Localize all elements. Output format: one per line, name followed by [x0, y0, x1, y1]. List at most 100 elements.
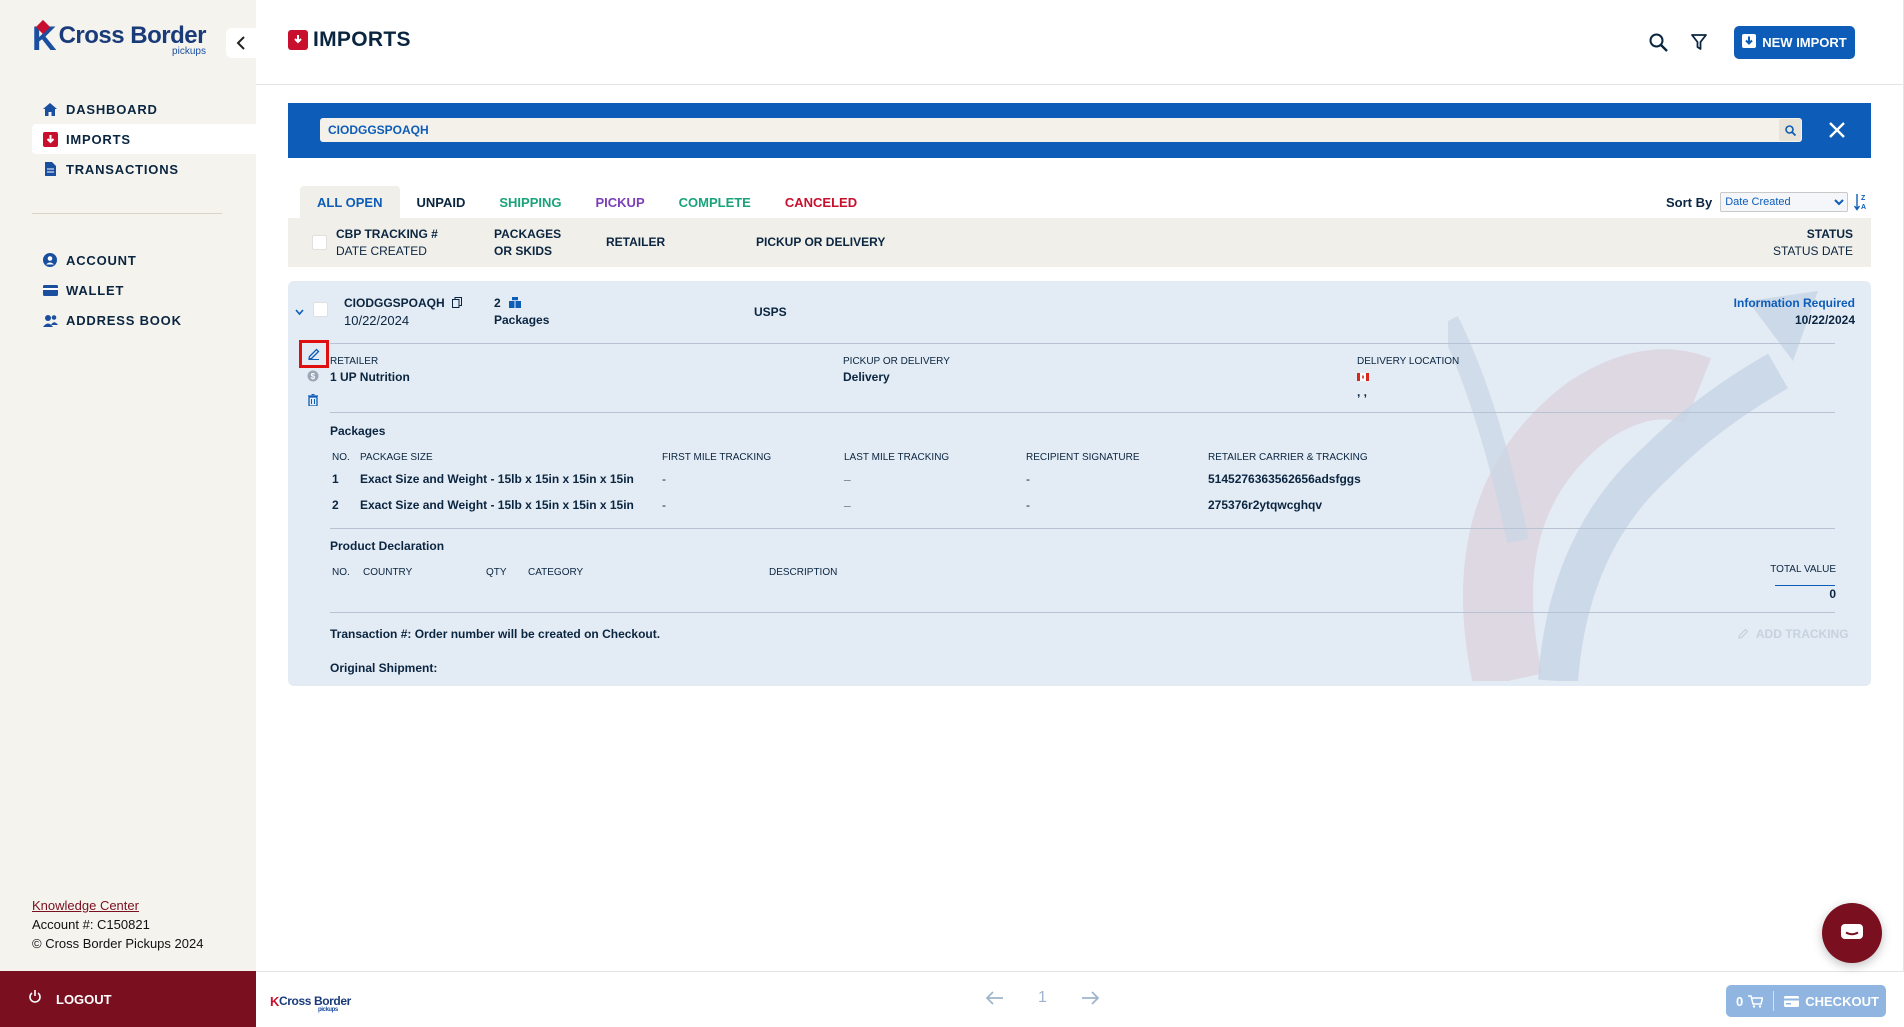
col-tracking-label: CBP TRACKING # [336, 227, 438, 241]
pkg-carrier-tracking[interactable]: 5145276363562656adsfggs [1208, 472, 1361, 486]
nav-item-imports[interactable]: IMPORTS [32, 124, 256, 154]
pkg-no: 1 [332, 472, 339, 486]
main-nav: DASHBOARD IMPORTS TRANSACTIONS [32, 94, 256, 184]
nav-divider [32, 213, 222, 214]
footer-brand-name: Cross Border [279, 994, 351, 1008]
top-header: IMPORTS NEW IMPORT [256, 0, 1904, 85]
col-skids-label: OR SKIDS [494, 244, 553, 258]
brand-sub: pickups [172, 46, 206, 57]
add-tracking-button[interactable]: ADD TRACKING [1738, 627, 1849, 641]
tab-shipping[interactable]: SHIPPING [482, 186, 578, 218]
tab-all-open[interactable]: ALL OPEN [300, 186, 400, 218]
import-record[interactable]: CIODGGSPOAQH 10/22/2024 2 Packages USPS … [288, 281, 1871, 686]
select-all-checkbox[interactable] [312, 235, 327, 250]
packages-title: Packages [330, 424, 386, 438]
location-value: , , [1357, 385, 1368, 399]
sort-select[interactable]: Date Created [1720, 192, 1849, 212]
col-status-date-label: STATUS DATE [1772, 244, 1853, 258]
pagination: 1 [986, 989, 1099, 1007]
row-checkbox[interactable] [313, 302, 328, 317]
nav-label: WALLET [66, 282, 125, 298]
logo-mark: K [32, 20, 57, 58]
pkg-signature: - [1026, 472, 1030, 486]
page-title-text: IMPORTS [313, 28, 411, 51]
pkg-signature: - [1026, 498, 1030, 512]
collapse-sidebar-button[interactable] [226, 28, 256, 58]
pkg-carrier-tracking[interactable]: 275376r2ytqwcghqv [1208, 498, 1322, 512]
col-retailer[interactable]: RETAILER [606, 234, 665, 251]
page-number: 1 [1038, 989, 1047, 1006]
tab-unpaid[interactable]: UNPAID [400, 186, 483, 218]
payment-icon[interactable]: $ [306, 369, 320, 383]
packages-icon [509, 297, 522, 308]
trash-icon[interactable] [306, 393, 320, 407]
status-badge: Information Required [1733, 296, 1855, 310]
arrow-right-icon[interactable] [1081, 991, 1099, 1005]
record-date: 10/22/2024 [344, 313, 410, 328]
cart-count: 0 [1736, 993, 1744, 1009]
brand-watermark [1448, 291, 1818, 681]
decl-col-total-value: TOTAL VALUE [1770, 564, 1836, 575]
sort-direction-icon[interactable]: ZA [1854, 193, 1870, 212]
nav-label: ADDRESS BOOK [66, 312, 182, 328]
svg-text:$: $ [311, 372, 316, 381]
search-submit-button[interactable] [1779, 119, 1801, 141]
pkg-col-carrier: RETAILER CARRIER & TRACKING [1208, 452, 1368, 463]
chevron-down-icon[interactable] [295, 309, 304, 316]
checkout-button[interactable]: 0 CHECKOUT [1726, 985, 1886, 1017]
col-status[interactable]: STATUS STATUS DATE [1773, 226, 1853, 260]
col-pickup[interactable]: PICKUP OR DELIVERY [756, 234, 885, 251]
search-input[interactable] [320, 123, 1779, 137]
nav-item-wallet[interactable]: WALLET [32, 275, 256, 305]
edit-button[interactable] [299, 340, 329, 368]
table-header: CBP TRACKING # DATE CREATED PACKAGES OR … [288, 218, 1871, 267]
chat-button[interactable] [1822, 903, 1882, 963]
sidebar-footer: Knowledge Center Account #: C150821 © Cr… [32, 896, 203, 953]
package-count: 2 [494, 296, 522, 310]
logo-mark: K [270, 994, 279, 1009]
brand-logo[interactable]: K Cross Border pickups [32, 20, 206, 58]
tab-complete[interactable]: COMPLETE [662, 186, 768, 218]
add-tracking-label: ADD TRACKING [1755, 627, 1849, 641]
package-count-value: 2 [494, 296, 501, 310]
total-underline [1775, 585, 1835, 586]
document-icon [42, 161, 58, 177]
nav-item-dashboard[interactable]: DASHBOARD [32, 94, 256, 124]
nav-item-address-book[interactable]: ADDRESS BOOK [32, 305, 256, 335]
nav-label: ACCOUNT [66, 252, 137, 268]
nav-item-transactions[interactable]: TRANSACTIONS [32, 154, 256, 184]
sort-control: Sort By Date Created ZA [1666, 192, 1870, 212]
col-tracking[interactable]: CBP TRACKING # DATE CREATED [336, 226, 438, 260]
search-icon[interactable] [1646, 30, 1670, 54]
record-carrier: USPS [754, 305, 787, 319]
close-search-button[interactable] [1824, 117, 1850, 143]
pkg-col-signature: RECIPIENT SIGNATURE [1026, 452, 1140, 463]
retailer-label: RETAILER [330, 356, 379, 367]
knowledge-center-link[interactable]: Knowledge Center [32, 898, 139, 913]
logout-button[interactable]: LOGOUT [0, 971, 256, 1027]
new-import-label: NEW IMPORT [1762, 35, 1847, 50]
tab-pickup[interactable]: PICKUP [579, 186, 662, 218]
pkg-col-last-mile: LAST MILE TRACKING [844, 452, 950, 463]
new-import-button[interactable]: NEW IMPORT [1734, 26, 1855, 59]
decl-col-qty: QTY [486, 567, 507, 578]
divider [330, 528, 1835, 529]
chat-icon [1841, 924, 1863, 939]
nav-item-account[interactable]: ACCOUNT [32, 245, 256, 275]
pkg-size: Exact Size and Weight - 15lb x 15in x 15… [360, 498, 634, 512]
user-icon [42, 252, 58, 268]
copy-icon[interactable] [452, 297, 463, 308]
tab-canceled[interactable]: CANCELED [768, 186, 874, 218]
card-icon [1784, 995, 1800, 1007]
pkg-last-mile: _ [844, 468, 851, 482]
arrow-left-icon[interactable] [986, 991, 1004, 1005]
retailer-value: 1 UP Nutrition [330, 370, 410, 384]
pickup-value: Delivery [843, 370, 890, 384]
col-packages[interactable]: PACKAGES OR SKIDS [494, 226, 561, 260]
pkg-col-size: PACKAGE SIZE [360, 452, 433, 463]
col-packages-label: PACKAGES [494, 227, 562, 241]
filter-icon[interactable] [1687, 30, 1711, 54]
status-tabs: ALL OPEN UNPAID SHIPPING PICKUP COMPLETE… [300, 186, 874, 218]
decl-col-country: COUNTRY [363, 567, 413, 578]
divider [330, 612, 1835, 613]
